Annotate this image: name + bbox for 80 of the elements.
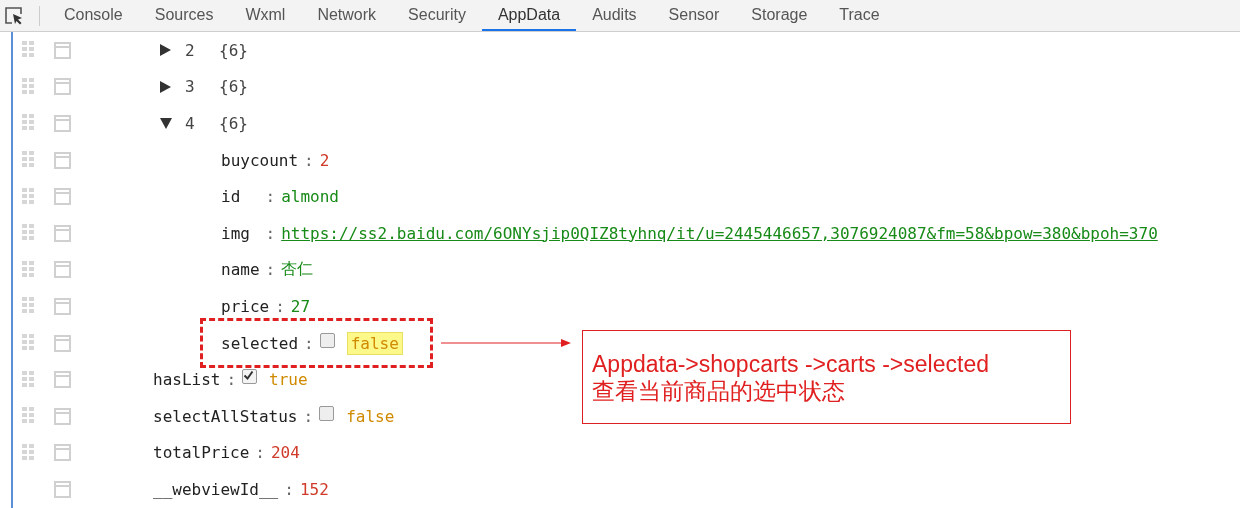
- tab[interactable]: AppData: [481, 0, 577, 31]
- panel-icon[interactable]: [54, 480, 71, 498]
- property-key: img: [221, 223, 260, 243]
- object-summary: {6}: [219, 40, 248, 60]
- colon: :: [265, 187, 276, 207]
- property-value: 27: [290, 296, 311, 316]
- property-key: selectAllStatus: [153, 406, 298, 426]
- checkbox[interactable]: [319, 405, 335, 421]
- item-index: 2: [185, 40, 196, 60]
- property-value: true: [269, 370, 308, 390]
- colon: :: [226, 370, 237, 390]
- colon: :: [303, 406, 314, 426]
- property-value: almond: [281, 187, 339, 207]
- drag-handle-icon[interactable]: [22, 77, 34, 96]
- tab[interactable]: Security: [392, 0, 482, 31]
- drag-handle-icon[interactable]: [22, 334, 34, 353]
- drag-handle-icon[interactable]: [22, 41, 34, 60]
- property-key: price: [221, 296, 270, 316]
- checkbox[interactable]: [319, 332, 335, 348]
- panel-icon[interactable]: [54, 444, 71, 462]
- drag-handle-icon[interactable]: [22, 443, 34, 462]
- inspect-icon[interactable]: [4, 5, 24, 26]
- tab[interactable]: Console: [48, 0, 139, 31]
- drag-handle-icon[interactable]: [22, 407, 34, 426]
- property-value: 204: [270, 443, 300, 463]
- property-value: false: [346, 331, 403, 355]
- drag-handle-icon[interactable]: [22, 114, 34, 133]
- property-key: selected: [221, 333, 299, 353]
- colon: :: [265, 223, 276, 243]
- property-key: id: [221, 187, 260, 207]
- collapse-arrow[interactable]: [160, 118, 172, 129]
- colon: :: [265, 260, 276, 280]
- colon: :: [255, 443, 265, 463]
- panel-icon[interactable]: [54, 224, 71, 242]
- property-value: false: [346, 406, 395, 426]
- panel-icon[interactable]: [54, 78, 71, 96]
- item-index: 4: [185, 114, 196, 133]
- object-summary: {6}: [219, 114, 248, 133]
- drag-handle-icon[interactable]: [22, 370, 34, 389]
- panel-icon[interactable]: [54, 188, 71, 206]
- property-key: name: [221, 260, 260, 280]
- tab[interactable]: Network: [301, 0, 393, 31]
- property-value: 152: [299, 479, 329, 499]
- object-summary: {6}: [219, 77, 248, 97]
- panel-icon[interactable]: [54, 41, 71, 59]
- expand-arrow[interactable]: [160, 44, 171, 57]
- url-link[interactable]: https://ss2.baidu.com/6ONYsjip0QIZ8tyhnq/it/u=2445446657,3076924087&fm=58&bpow=380&bpoh=370: [281, 223, 1158, 243]
- drag-handle-icon[interactable]: [22, 151, 34, 170]
- property-value: 2: [319, 150, 330, 170]
- property-key: buycount: [221, 150, 299, 170]
- drag-handle-icon[interactable]: [22, 297, 34, 316]
- tab[interactable]: Storage: [735, 0, 824, 31]
- drag-handle-icon[interactable]: [22, 260, 34, 279]
- checkbox[interactable]: [242, 369, 258, 385]
- panel-icon[interactable]: [54, 297, 71, 315]
- property-key: __webviewId__: [153, 479, 279, 499]
- panel-icon[interactable]: [54, 407, 71, 425]
- tab[interactable]: Sensor: [652, 0, 736, 31]
- annotation-text: Appdata->shopcarts ->carts ->selected: [592, 351, 990, 378]
- panel-icon[interactable]: [54, 261, 71, 279]
- panel-icon[interactable]: [54, 334, 71, 352]
- colon: :: [284, 479, 294, 499]
- tab[interactable]: Audits: [576, 0, 653, 31]
- item-index: 3: [185, 77, 196, 97]
- tab[interactable]: Wxml: [229, 0, 302, 31]
- colon: :: [304, 150, 314, 170]
- property-value: 杏仁: [281, 259, 314, 281]
- panel-icon[interactable]: [54, 115, 71, 132]
- drag-handle-icon[interactable]: [22, 224, 34, 243]
- expand-arrow[interactable]: [160, 80, 171, 93]
- tab[interactable]: Trace: [823, 0, 896, 31]
- annotation-text: 查看当前商品的选中状态: [592, 378, 846, 405]
- property-key: hasList: [153, 370, 221, 390]
- panel-icon[interactable]: [54, 151, 71, 169]
- drag-handle-icon[interactable]: [22, 187, 34, 206]
- panel-icon[interactable]: [54, 371, 71, 389]
- colon: :: [275, 296, 285, 316]
- property-key: totalPrice: [153, 443, 250, 463]
- colon: :: [304, 333, 314, 353]
- tab[interactable]: Sources: [138, 0, 230, 31]
